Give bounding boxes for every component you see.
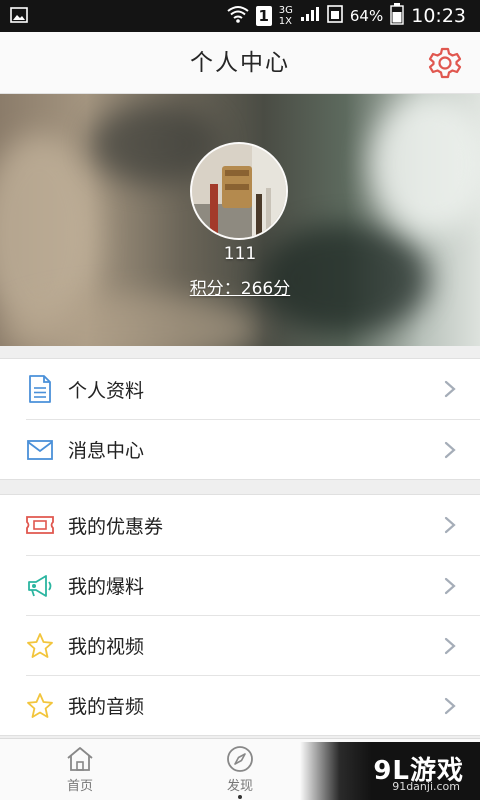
- menu-item-label: 个人资料: [68, 379, 145, 402]
- network-type-bottom: 1X: [278, 16, 292, 27]
- document-icon: [26, 375, 54, 403]
- wifi-icon: [227, 5, 249, 27]
- menu-group-account: 个人资料 消息中心: [0, 358, 480, 480]
- nav-home[interactable]: 首页: [40, 739, 120, 800]
- page-title: 个人中心: [190, 50, 290, 76]
- home-icon: [67, 747, 93, 771]
- chevron-right-icon: [444, 697, 456, 715]
- menu-group-content: 我的优惠券 我的爆料 我的视频 我的音频: [0, 494, 480, 736]
- chevron-right-icon: [444, 380, 456, 398]
- active-indicator: [238, 795, 242, 799]
- watermark: 9L游戏 91danji.com: [300, 742, 480, 800]
- data-saver-icon: [327, 5, 343, 27]
- menu-item-label: 我的音频: [68, 696, 145, 718]
- avatar[interactable]: [190, 142, 288, 240]
- star-icon: [26, 632, 54, 660]
- avatar-image: [192, 144, 286, 238]
- megaphone-icon: [26, 572, 54, 600]
- nav-label: 发现: [226, 779, 253, 794]
- points-link[interactable]: 积分：266分: [0, 274, 480, 299]
- menu-item-videos[interactable]: 我的视频: [26, 615, 480, 675]
- menu-item-tips[interactable]: 我的爆料: [26, 555, 480, 615]
- envelope-icon: [26, 436, 54, 464]
- sim-slot-indicator: 1: [255, 6, 272, 26]
- clock: 10:23: [411, 5, 466, 27]
- chevron-right-icon: [444, 441, 456, 459]
- app-header: 个人中心: [0, 32, 480, 94]
- network-type: 3G 1X: [279, 5, 293, 27]
- nav-label: 首页: [66, 779, 93, 794]
- chevron-right-icon: [444, 637, 456, 655]
- menu-item-messages[interactable]: 消息中心: [26, 419, 480, 479]
- nav-discover[interactable]: 发现: [200, 739, 280, 800]
- username: 111: [223, 244, 257, 264]
- signal-icon: [300, 6, 320, 26]
- profile-banner: 111 积分：266分: [0, 94, 480, 346]
- menu-item-label: 我的优惠券: [68, 515, 164, 538]
- status-bar: 1 3G 1X 64% 10:23: [0, 0, 480, 32]
- star-icon: [26, 692, 54, 720]
- menu-item-profile[interactable]: 个人资料: [0, 359, 480, 419]
- menu-item-label: 消息中心: [68, 440, 145, 462]
- settings-button[interactable]: [428, 46, 462, 80]
- ticket-icon: [26, 511, 54, 539]
- menu-item-label: 我的视频: [68, 636, 145, 658]
- menu-item-audio[interactable]: 我的音频: [26, 675, 480, 735]
- gear-icon: [428, 47, 462, 79]
- chevron-right-icon: [444, 577, 456, 595]
- menu-item-coupons[interactable]: 我的优惠券: [0, 495, 480, 555]
- battery-icon: [390, 3, 404, 29]
- compass-icon: [227, 746, 253, 772]
- chevron-right-icon: [444, 516, 456, 534]
- battery-percent: 64%: [349, 7, 384, 25]
- menu-item-label: 我的爆料: [68, 576, 145, 598]
- network-type-top: 3G: [278, 5, 293, 16]
- watermark-url: 91danji.com: [392, 780, 460, 793]
- gallery-notification-icon: [10, 7, 28, 27]
